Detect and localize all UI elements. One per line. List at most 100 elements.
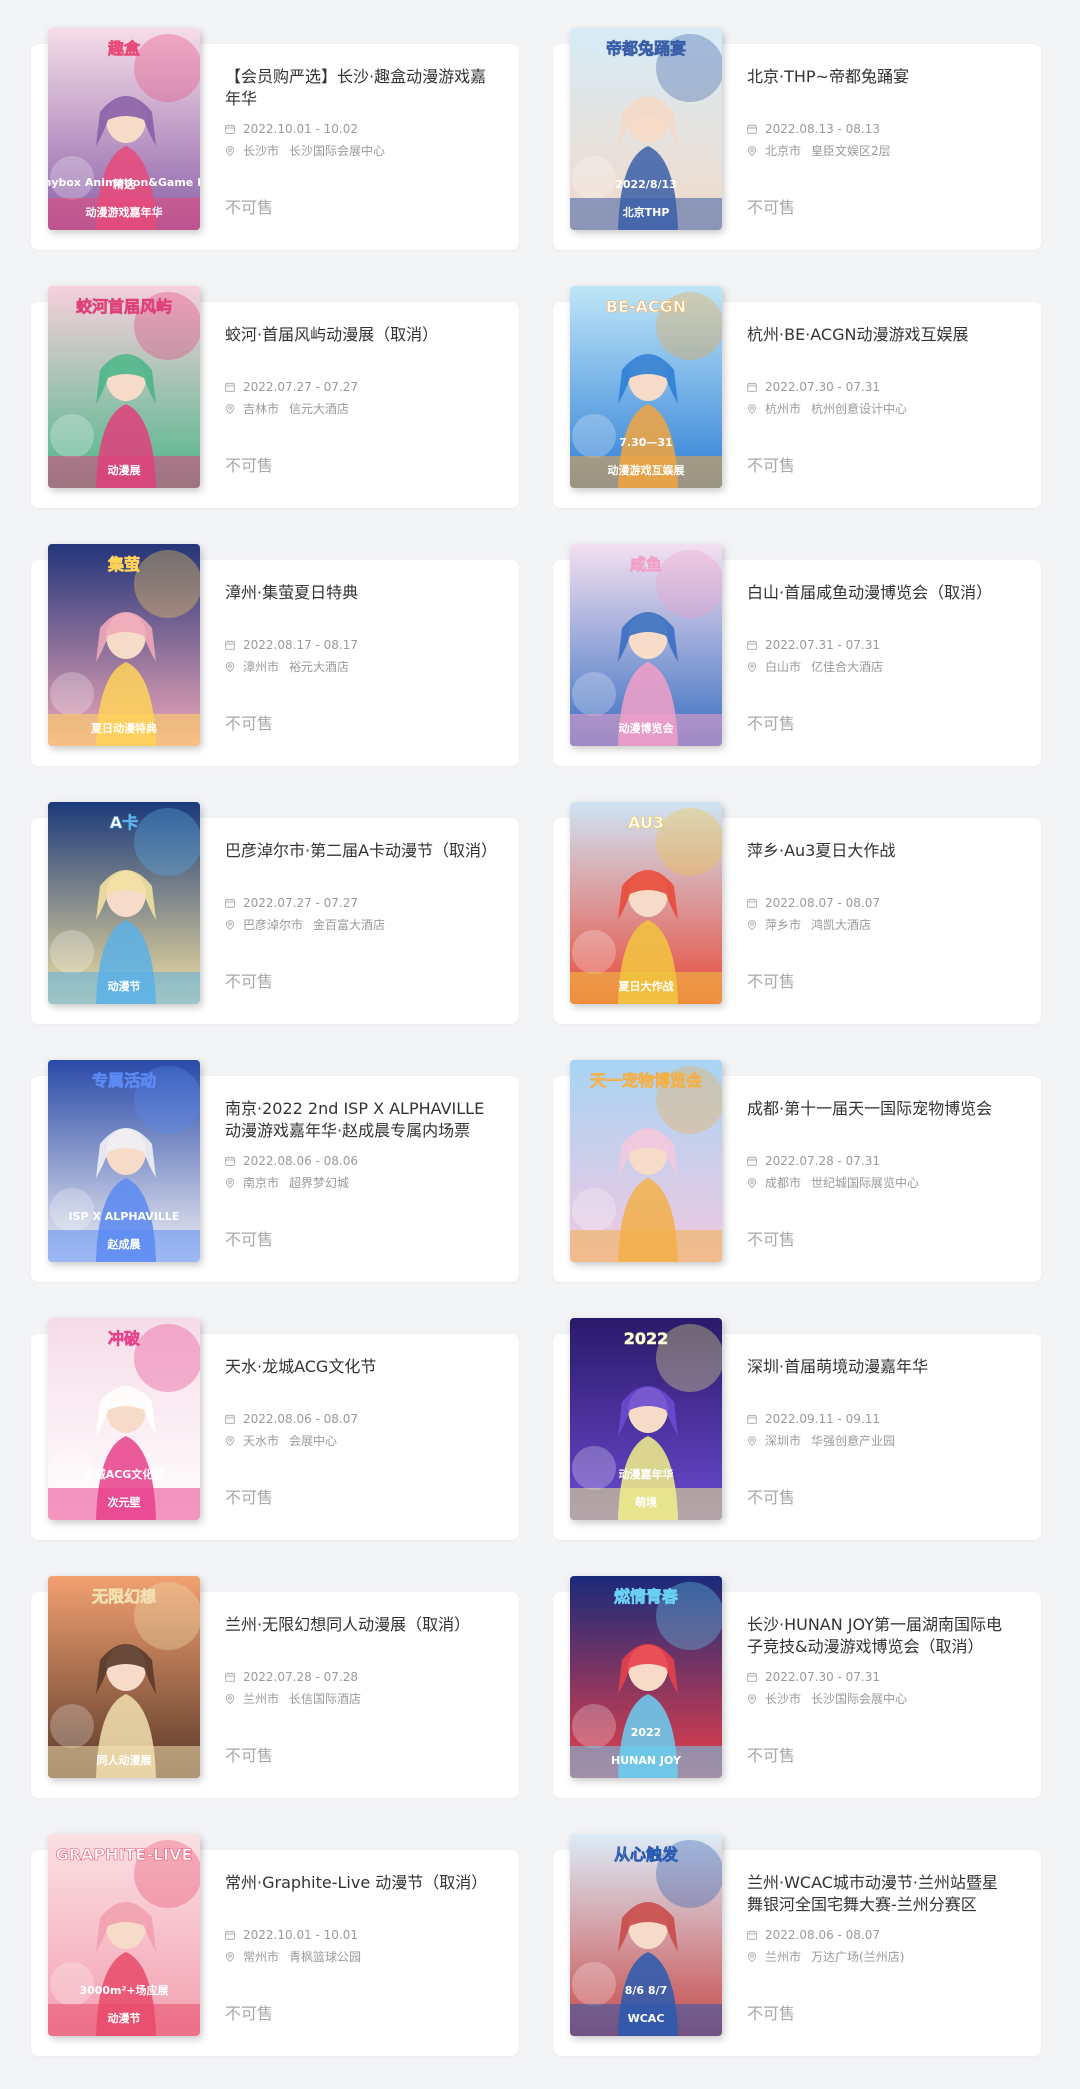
- poster-text: 动漫节: [108, 979, 141, 993]
- event-date: 2022.07.31 - 07.31: [765, 638, 881, 652]
- poster-text: BE-ACGN: [606, 297, 686, 316]
- event-poster[interactable]: 咸鱼 动漫博览会: [570, 544, 722, 746]
- event-title[interactable]: 漳州·集萤夏日特典: [225, 582, 491, 626]
- event-meta: 2022.07.30 - 07.31 杭州市 杭州创意设计中心: [747, 376, 1013, 420]
- event-card[interactable]: 冲破 次元壁 龙城ACG文化节 天水·龙城ACG文化节 2022.08.06 - 08.…: [31, 1318, 519, 1540]
- event-title[interactable]: 【会员购严选】长沙·趣盒动漫游戏嘉年华: [225, 66, 491, 110]
- event-info: 成都·第十一届天一国际宠物博览会 2022.07.28 - 07.31 成都市 世纪城…: [747, 1098, 1013, 1194]
- event-title[interactable]: 常州·Graphite-Live 动漫节（取消）: [225, 1872, 491, 1916]
- event-title[interactable]: 白山·首届咸鱼动漫博览会（取消）: [747, 582, 1013, 626]
- event-poster[interactable]: AU3 夏日大作战: [570, 802, 722, 1004]
- location-pin-icon: [225, 1952, 235, 1962]
- event-card[interactable]: AU3 夏日大作战 萍乡·Au3夏日大作战 2022.08.07 - 08.07 萍乡市…: [553, 802, 1041, 1024]
- event-card[interactable]: 无限幻想 同人动漫展 兰州·无限幻想同人动漫展（取消） 2022.07.28 - 07…: [31, 1576, 519, 1798]
- calendar-icon: [225, 1156, 235, 1166]
- event-date: 2022.07.28 - 07.31: [765, 1154, 881, 1168]
- sale-status: 不可售: [747, 2004, 796, 2023]
- event-info: 长沙·HUNAN JOY第一届湖南国际电子竞技&动漫游戏博览会（取消） 2022.…: [747, 1614, 1013, 1710]
- event-location-row: 漳州市 裕元大酒店: [225, 656, 491, 678]
- event-date-row: 2022.07.27 - 07.27: [225, 892, 491, 914]
- event-poster[interactable]: A卡 动漫节: [48, 802, 200, 1004]
- event-title[interactable]: 南京·2022 2nd ISP X ALPHAVILLE动漫游戏嘉年华·赵成晨专…: [225, 1098, 491, 1142]
- poster-text: ISP X ALPHAVILLE: [69, 1210, 180, 1223]
- event-poster[interactable]: BE-ACGN 动漫游戏互娱展 7.30—31: [570, 286, 722, 488]
- event-location-row: 巴彦淖尔市 金百富大酒店: [225, 914, 491, 936]
- event-card[interactable]: 咸鱼 动漫博览会 白山·首届咸鱼动漫博览会（取消） 2022.07.31 - 07.3…: [553, 544, 1041, 766]
- event-title[interactable]: 深圳·首届萌境动漫嘉年华: [747, 1356, 1013, 1400]
- event-meta: 2022.10.01 - 10.02 长沙市 长沙国际会展中心: [225, 118, 491, 162]
- event-date: 2022.08.17 - 08.17: [243, 638, 359, 652]
- event-card[interactable]: 从心触发 WCAC 8/6 8/7 兰州·WCAC城市动漫节·兰州站暨星舞银河全国宅舞…: [553, 1834, 1041, 2056]
- event-title[interactable]: 北京·THP~帝都兔踊宴: [747, 66, 1013, 110]
- event-date: 2022.08.06 - 08.07: [243, 1412, 359, 1426]
- event-poster[interactable]: 天一宠物博览会: [570, 1060, 722, 1262]
- event-info: 【会员购严选】长沙·趣盒动漫游戏嘉年华 2022.10.01 - 10.02 长沙市…: [225, 66, 491, 162]
- event-info: 巴彦淖尔市·第二届A卡动漫节（取消） 2022.07.27 - 07.27 巴彦淖尔…: [225, 840, 491, 936]
- event-card[interactable]: 专属活动 赵成晨 ISP X ALPHAVILLE 南京·2022 2nd ISP X…: [31, 1060, 519, 1282]
- event-card[interactable]: 集萤 夏日动漫特典 漳州·集萤夏日特典 2022.08.17 - 08.17 漳州市 裕元…: [31, 544, 519, 766]
- location-pin-icon: [747, 1178, 757, 1188]
- event-venue: 皇臣文娱区2层: [811, 144, 891, 158]
- event-card[interactable]: 帝都兔踊宴 北京THP 2022/8/13 北京·THP~帝都兔踊宴 2022.08.1…: [553, 28, 1041, 250]
- poster-text: 北京THP: [623, 205, 670, 219]
- event-title[interactable]: 萍乡·Au3夏日大作战: [747, 840, 1013, 884]
- event-card[interactable]: 蛟河首届风屿 动漫展 蛟河·首届风屿动漫展（取消） 2022.07.27 - 07.2…: [31, 286, 519, 508]
- event-poster[interactable]: 2022 萌境 动漫嘉年华: [570, 1318, 722, 1520]
- event-card[interactable]: 燃情青春 HUNAN JOY 2022 长沙·HUNAN JOY第一届湖南国际电子竞技…: [553, 1576, 1041, 1798]
- event-card[interactable]: BE-ACGN 动漫游戏互娱展 7.30—31 杭州·BE·ACGN动漫游戏互娱展 20…: [553, 286, 1041, 508]
- poster-text: 蛟河首届风屿: [76, 297, 172, 316]
- event-poster[interactable]: 无限幻想 同人动漫展: [48, 1576, 200, 1778]
- event-card[interactable]: 趣盒动漫游戏嘉年华精选Funnybox Animation&Game Expo 【…: [31, 28, 519, 250]
- poster-text: 萌境: [635, 1495, 657, 1509]
- calendar-icon: [747, 1672, 757, 1682]
- event-title[interactable]: 巴彦淖尔市·第二届A卡动漫节（取消）: [225, 840, 491, 884]
- event-info: 漳州·集萤夏日特典 2022.08.17 - 08.17 漳州市 裕元大酒店: [225, 582, 491, 678]
- event-date-row: 2022.08.06 - 08.06: [225, 1150, 491, 1172]
- event-city: 白山市: [765, 660, 802, 674]
- sale-status: 不可售: [225, 972, 274, 991]
- event-meta: 2022.08.06 - 08.07 天水市 会展中心: [225, 1408, 491, 1452]
- event-title[interactable]: 天水·龙城ACG文化节: [225, 1356, 491, 1400]
- event-title[interactable]: 成都·第十一届天一国际宠物博览会: [747, 1098, 1013, 1142]
- event-title[interactable]: 长沙·HUNAN JOY第一届湖南国际电子竞技&动漫游戏博览会（取消）: [747, 1614, 1013, 1658]
- calendar-icon: [747, 124, 757, 134]
- event-card[interactable]: 天一宠物博览会 成都·第十一届天一国际宠物博览会 2022.07.28 - 07.3…: [553, 1060, 1041, 1282]
- event-poster[interactable]: 集萤 夏日动漫特典: [48, 544, 200, 746]
- calendar-icon: [747, 1414, 757, 1424]
- event-title[interactable]: 蛟河·首届风屿动漫展（取消）: [225, 324, 491, 368]
- poster-text: 次元壁: [108, 1495, 141, 1509]
- poster-text: 2022/8/13: [615, 178, 677, 191]
- event-poster[interactable]: 从心触发 WCAC 8/6 8/7: [570, 1834, 722, 2036]
- event-city: 天水市: [243, 1434, 280, 1448]
- location-pin-icon: [747, 404, 757, 414]
- event-poster[interactable]: 帝都兔踊宴 北京THP 2022/8/13: [570, 28, 722, 230]
- event-date-row: 2022.09.11 - 09.11: [747, 1408, 1013, 1430]
- event-poster[interactable]: 冲破 次元壁 龙城ACG文化节: [48, 1318, 200, 1520]
- event-location-row: 成都市 世纪城国际展览中心: [747, 1172, 1013, 1194]
- event-title[interactable]: 兰州·无限幻想同人动漫展（取消）: [225, 1614, 491, 1658]
- sale-status: 不可售: [225, 2004, 274, 2023]
- event-poster[interactable]: 专属活动 赵成晨 ISP X ALPHAVILLE: [48, 1060, 200, 1262]
- event-city: 杭州市: [765, 402, 802, 416]
- event-poster[interactable]: 趣盒动漫游戏嘉年华精选Funnybox Animation&Game Expo: [48, 28, 200, 230]
- event-location-row: 萍乡市 鸿凯大酒店: [747, 914, 1013, 936]
- location-pin-icon: [225, 920, 235, 930]
- event-poster[interactable]: 蛟河首届风屿 动漫展: [48, 286, 200, 488]
- event-date: 2022.08.06 - 08.07: [765, 1928, 881, 1942]
- event-location-row: 杭州市 杭州创意设计中心: [747, 398, 1013, 420]
- sale-status: 不可售: [225, 198, 274, 217]
- event-title[interactable]: 兰州·WCAC城市动漫节·兰州站暨星舞银河全国宅舞大赛-兰州分赛区: [747, 1872, 1013, 1916]
- poster-text: GRAPHITE-LIVE: [56, 1845, 193, 1864]
- event-venue: 青枫篮球公园: [289, 1950, 362, 1964]
- event-card[interactable]: 2022 萌境 动漫嘉年华 深圳·首届萌境动漫嘉年华 2022.09.11 - 09.1…: [553, 1318, 1041, 1540]
- event-poster[interactable]: GRAPHITE-LIVE 动漫节 3000m²+场应展: [48, 1834, 200, 2036]
- event-card[interactable]: A卡 动漫节 巴彦淖尔市·第二届A卡动漫节（取消） 2022.07.27 - 07.2…: [31, 802, 519, 1024]
- poster-text: HUNAN JOY: [611, 1754, 682, 1767]
- event-location-row: 常州市 青枫篮球公园: [225, 1946, 491, 1968]
- event-title[interactable]: 杭州·BE·ACGN动漫游戏互娱展: [747, 324, 1013, 368]
- event-poster[interactable]: 燃情青春 HUNAN JOY 2022: [570, 1576, 722, 1778]
- poster-decor-circle: [572, 1962, 616, 2006]
- event-city: 北京市: [765, 144, 802, 158]
- event-card[interactable]: GRAPHITE-LIVE 动漫节 3000m²+场应展 常州·Graphite-Li…: [31, 1834, 519, 2056]
- event-date-row: 2022.07.31 - 07.31: [747, 634, 1013, 656]
